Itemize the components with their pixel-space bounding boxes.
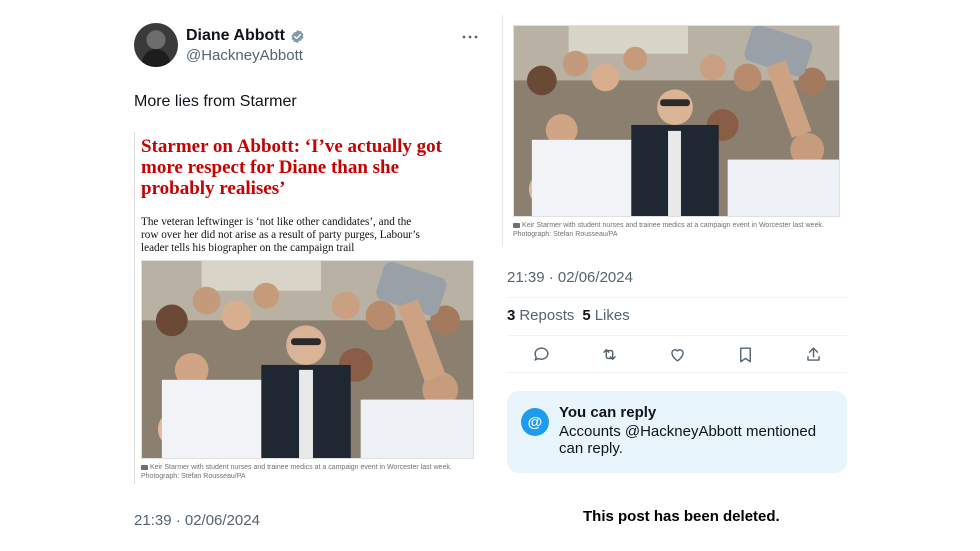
reply-notice-description: Accounts @HackneyAbbott mentioned can re… [559,423,817,457]
article-screenshot[interactable]: Starmer on Abbott: ‘I’ve actually got mo… [134,132,480,484]
likes-label: Likes [594,307,630,324]
like-icon [670,348,684,362]
right-article-photo [513,25,840,217]
action-bar [507,336,847,372]
article-standfirst: The veteran leftwinger is ‘not like othe… [141,216,420,254]
likes-count: 5 [582,307,591,324]
divider [507,372,847,373]
share-button[interactable] [796,337,830,371]
article-headline: Starmer on Abbott: ‘I’ve actually got mo… [141,136,442,199]
avatar[interactable] [134,23,178,67]
verified-badge-icon [291,29,304,43]
reply-button[interactable] [524,337,558,371]
post-text: More lies from Starmer [134,93,297,110]
post-timestamp-left[interactable]: 21:39 · 02/06/2024 [134,512,260,529]
author-name-text: Diane Abbott [186,27,285,44]
reply-restriction-notice: @ You can reply Accounts @HackneyAbbott … [507,391,847,473]
reposts-count: 3 [507,307,516,324]
reposts-stat[interactable]: 3 Reposts [507,307,574,324]
bookmark-button[interactable] [728,337,762,371]
right-photo-caption: Keir Starmer with student nurses and tra… [513,222,824,238]
deleted-notice: This post has been deleted. [583,508,780,525]
engagement-stats: 3 Reposts 5 Likes [507,307,630,324]
repost-icon [602,348,616,360]
article-photo-caption: Keir Starmer with student nurses and tra… [141,464,452,480]
divider [507,297,847,298]
reply-notice-title: You can reply [559,404,657,421]
bookmark-icon [739,346,751,362]
likes-stat[interactable]: 5 Likes [582,307,629,324]
more-dots-icon[interactable] [462,28,480,42]
reply-icon [533,346,548,361]
camera-icon [513,222,520,228]
author-display-name[interactable]: Diane Abbott [186,27,305,45]
article-photo [141,260,474,459]
mention-at-icon: @ [521,408,549,436]
camera-icon [141,464,148,470]
reposts-label: Reposts [519,307,575,324]
repost-button[interactable] [592,337,626,371]
like-button[interactable] [660,337,694,371]
post-timestamp-right[interactable]: 21:39 · 02/06/2024 [507,269,633,286]
author-handle[interactable]: @HackneyAbbott [186,47,303,64]
right-article-photo-block[interactable]: Keir Starmer with student nurses and tra… [502,15,854,247]
share-icon [806,346,820,361]
